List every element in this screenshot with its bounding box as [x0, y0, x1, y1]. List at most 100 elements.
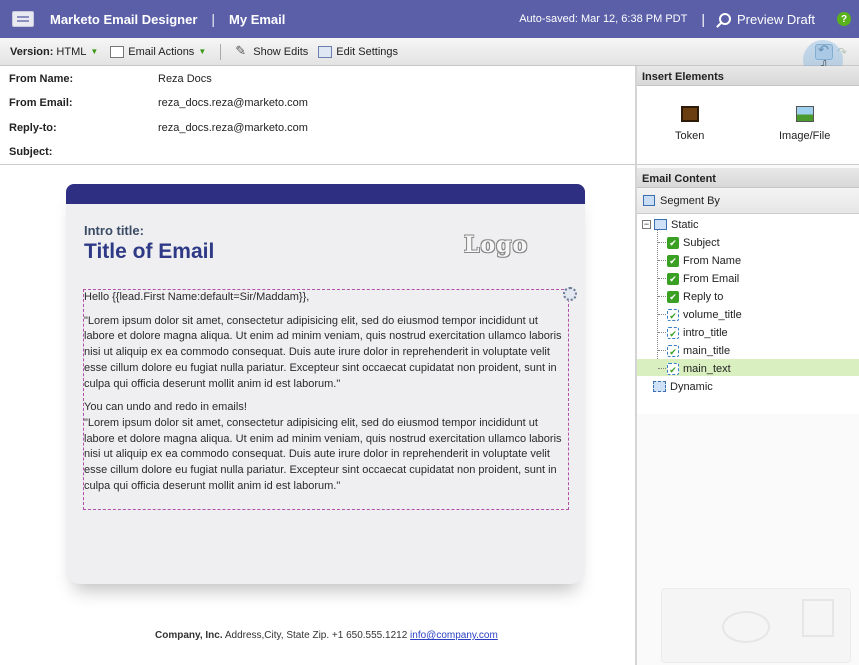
edit-settings-label: Edit Settings: [336, 45, 399, 58]
email-name: My Email: [229, 11, 286, 27]
tree-connector: [657, 228, 658, 375]
tree-item-intro-title[interactable]: ✔ intro_title: [667, 324, 728, 341]
right-panel: Insert Elements Token Image/File Email C…: [637, 66, 859, 665]
from-email-label: From Email:: [9, 97, 73, 109]
preview-draft-label: Preview Draft: [736, 11, 815, 27]
tree-item-from-email[interactable]: ✔ From Email: [667, 270, 739, 287]
segment-icon: [643, 195, 655, 206]
reply-to-label: Reply-to:: [9, 122, 57, 134]
email-body-card: Intro title: Title of Email Logo Hello {…: [66, 184, 585, 584]
preview-draft-button[interactable]: Preview Draft: [718, 11, 815, 27]
help-icon[interactable]: ?: [837, 12, 851, 26]
footer-address: Address,City, State Zip. +1 650.555.1212: [222, 630, 411, 641]
title-bar: Marketo Email Designer | My Email Auto-s…: [0, 0, 859, 38]
tree-item-volume-title[interactable]: ✔ volume_title: [667, 306, 742, 323]
image-file-label: Image/File: [779, 130, 831, 142]
image-icon: [795, 106, 814, 122]
dropdown-arrow-icon: ▼: [198, 47, 207, 56]
from-email-value[interactable]: reza_docs.reza@marketo.com: [158, 97, 308, 109]
gear-icon[interactable]: [563, 287, 577, 301]
tree-branch: [658, 278, 666, 279]
main-text-editable[interactable]: Hello {{lead.First Name:default=Sir/Madd…: [83, 287, 577, 510]
reply-to-row[interactable]: Reply-to: reza_docs.reza@marketo.com: [9, 122, 308, 134]
from-name-label: From Name:: [9, 73, 74, 85]
check-icon: ✔: [667, 326, 679, 339]
tree-item-label: From Name: [683, 254, 742, 267]
insert-elements-body: Token Image/File: [637, 86, 859, 165]
tree-branch: [658, 368, 666, 369]
logo[interactable]: Logo: [464, 232, 528, 258]
email-header-fields: From Name: Reza Docs From Email: reza_do…: [0, 66, 635, 165]
tree-node-dynamic[interactable]: Dynamic: [653, 378, 713, 395]
static-label: Static: [671, 218, 699, 231]
subject-label: Subject:: [9, 146, 53, 158]
email-title[interactable]: Title of Email: [84, 240, 214, 264]
tree-item-label: From Email: [683, 272, 740, 285]
tree-item-reply-to[interactable]: ✔ Reply to: [667, 288, 723, 305]
tree-branch: [658, 260, 666, 261]
dropdown-arrow-icon: ▼: [90, 47, 99, 56]
from-name-value[interactable]: Reza Docs: [158, 73, 212, 85]
collapse-icon[interactable]: −: [642, 220, 651, 229]
token-icon: [680, 106, 699, 122]
toolbar: Version: HTML ▼ Email Actions ▼ Show Edi…: [0, 38, 859, 66]
pencil-icon: [235, 43, 249, 59]
app-icon: [12, 11, 34, 27]
tree-item-label: main_title: [683, 344, 731, 357]
version-value: HTML: [56, 45, 87, 58]
tree-item-from-name[interactable]: ✔ From Name: [667, 252, 741, 269]
subject-row[interactable]: Subject:: [9, 146, 158, 158]
dynamic-folder-icon: [653, 381, 666, 392]
tree-branch: [658, 332, 666, 333]
autosave-status: Auto-saved: Mar 12, 6:38 PM PDT: [519, 13, 688, 25]
segment-by-label: Segment By: [660, 194, 720, 207]
magnifier-icon: [718, 13, 731, 25]
email-actions-icon: [110, 45, 125, 58]
show-edits-label: Show Edits: [253, 45, 309, 58]
from-email-row[interactable]: From Email: reza_docs.reza@marketo.com: [9, 97, 308, 109]
content-tree: − Static ✔ Subject ✔ From Name ✔ From Em…: [637, 214, 859, 414]
check-icon: ✔: [667, 308, 679, 321]
tree-item-label: Subject: [683, 236, 720, 249]
token-label: Token: [675, 130, 705, 142]
edit-settings-button[interactable]: Edit Settings: [318, 45, 399, 58]
tree-branch: [658, 314, 666, 315]
footer-email-link[interactable]: info@company.com: [410, 630, 498, 641]
show-edits-button[interactable]: Show Edits: [235, 43, 309, 59]
title-separator: |: [211, 11, 216, 27]
title-separator-2: |: [701, 11, 705, 27]
version-label: Version:: [10, 45, 54, 58]
tree-item-label: intro_title: [683, 326, 728, 339]
settings-icon: [318, 45, 333, 58]
tree-item-subject[interactable]: ✔ Subject: [667, 234, 720, 251]
tree-branch: [658, 242, 666, 243]
tree-item-label: volume_title: [683, 308, 742, 321]
check-icon: ✔: [667, 254, 679, 267]
app-name: Marketo Email Designer: [50, 11, 198, 27]
check-icon: ✔: [667, 272, 679, 285]
greeting-text: Hello {{lead.First Name:default=Sir/Madd…: [84, 291, 310, 303]
email-content-header: Email Content: [637, 168, 859, 188]
from-name-row[interactable]: From Name: Reza Docs: [9, 73, 212, 85]
tree-item-main-title[interactable]: ✔ main_title: [667, 342, 730, 359]
email-header-bar: [66, 184, 585, 204]
token-insert-button[interactable]: Token: [675, 106, 704, 142]
body-paragraph-1: "Lorem ipsum dolor sit amet, consectetur…: [84, 314, 562, 390]
version-dropdown[interactable]: Version: HTML ▼: [10, 46, 98, 58]
check-icon: ✔: [667, 290, 679, 303]
insert-elements-header: Insert Elements: [637, 66, 859, 86]
undo-line-text: You can undo and redo in emails!: [84, 401, 247, 414]
check-icon: ✔: [667, 344, 679, 357]
tree-item-label: Reply to: [683, 290, 724, 303]
check-icon: ✔: [667, 362, 679, 375]
intro-title[interactable]: Intro title:: [84, 223, 144, 238]
tree-node-static[interactable]: − Static: [642, 216, 699, 233]
email-footer: Company, Inc. Address,City, State Zip. +…: [155, 630, 498, 641]
segment-by-button[interactable]: Segment By: [637, 188, 859, 214]
email-actions-button[interactable]: Email Actions ▼: [110, 45, 207, 58]
footer-company: Company, Inc.: [155, 630, 223, 641]
image-file-insert-button[interactable]: Image/File: [779, 106, 830, 142]
reply-to-value[interactable]: reza_docs.reza@marketo.com: [158, 122, 308, 134]
dynamic-label: Dynamic: [670, 380, 713, 393]
tree-item-main-text[interactable]: ✔ main_text: [667, 360, 731, 377]
